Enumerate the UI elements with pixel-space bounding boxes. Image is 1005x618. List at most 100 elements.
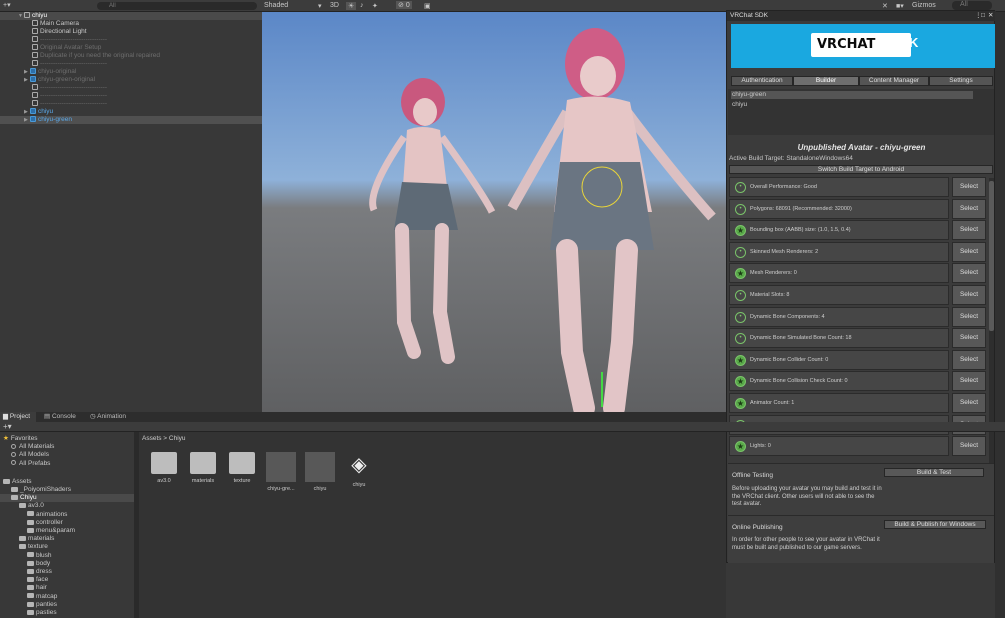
hierarchy-row-label: ------------------------------- [40,60,108,67]
select-button[interactable]: Select [952,393,986,413]
avatar-item-chiyu-green[interactable]: chiyu-green [731,91,973,99]
project-tree-item[interactable]: dress [0,568,134,576]
project-tree-item[interactable]: texture [0,543,134,551]
project-tree-item[interactable]: hair [0,584,134,592]
project-tree-item[interactable]: blush [0,552,134,560]
project-tree-item[interactable]: animations [0,511,134,519]
tab-project[interactable]: ▆ Project [0,412,36,422]
asset-item[interactable]: materials [186,452,220,484]
add-icon[interactable]: +▾ [3,1,11,9]
hierarchy-row[interactable]: ▶ chiyu [0,108,262,116]
hierarchy-search-input[interactable]: All [97,2,257,10]
effects-icon[interactable]: ✦ [372,2,378,10]
project-tree-item[interactable]: menu&param [0,527,134,535]
project-assets-panel: Assets > Chiyu av3.0 materials texture chiy… [139,432,726,618]
build-target-label: Active Build Target: StandaloneWindows64 [729,155,853,162]
hierarchy-row[interactable]: ▼ chiyu [0,12,262,20]
prefab-thumbnail [305,452,335,482]
tab-console[interactable]: ▤ Console [44,412,84,422]
build-publish-button[interactable]: Build & Publish for Windows [884,520,986,529]
hidden-objects-icon[interactable]: ⊘ 0 [396,1,412,9]
project-tree-item[interactable]: Assets [0,478,134,486]
asset-item[interactable]: ◈ chiyu [342,452,376,488]
validation-scroll-thumb[interactable] [989,181,994,331]
hierarchy-row[interactable]: ------------------------------- [0,84,262,92]
close-icon[interactable]: ✕ [988,11,993,21]
project-tree-item[interactable]: All Materials [0,443,134,451]
project-tree-item[interactable]: All Prefabs [0,460,134,468]
tools-icon[interactable]: ✕ [882,2,888,10]
hierarchy-row[interactable]: ▶ chiyu-green-original [0,76,262,84]
project-tree-item[interactable]: _PoiyomiShaders [0,486,134,494]
maximize-icon[interactable]: □ [981,11,985,21]
project-tree-item[interactable]: All Models [0,451,134,459]
project-tree-item[interactable]: materials [0,535,134,543]
asset-item[interactable]: texture [225,452,259,484]
select-button[interactable]: Select [952,241,986,262]
validation-row: • Dynamic Bone Components: 4 [729,306,949,327]
project-tree-item[interactable]: av3.0 [0,502,134,510]
hierarchy-row[interactable]: ------------------------------- [0,100,262,108]
project-tree-item[interactable]: controller [0,519,134,527]
project-tree-item[interactable]: Chiyu [0,494,134,503]
project-tree-item[interactable]: face [0,576,134,584]
select-button[interactable]: Select [952,285,986,305]
lighting-icon[interactable]: ☀ [346,2,357,10]
tab-content-manager[interactable]: Content Manager [859,76,929,86]
select-button[interactable]: Select [952,436,986,457]
select-button[interactable]: Select [952,177,986,197]
scene-view[interactable] [262,12,726,412]
tab-authentication[interactable]: Authentication [731,76,793,86]
audio-icon[interactable]: ♪ [360,2,364,9]
select-button[interactable]: Select [952,328,986,349]
gameobject-icon [32,52,38,59]
camera-icon[interactable]: ■▾ [896,2,904,10]
asset-label: chiyu-gre... [267,486,295,492]
folder-icon [229,452,255,474]
project-tree-item[interactable]: body [0,560,134,568]
create-icon[interactable]: +▾ [3,422,12,431]
hierarchy-row[interactable]: ------------------------------- [0,92,262,100]
hierarchy-row[interactable]: Directional Light [0,28,262,36]
switch-build-target-button[interactable]: Switch Build Target to Android [729,165,993,174]
hierarchy-row-label: ------------------------------- [40,36,108,43]
project-tree-item[interactable]: pasties [0,609,134,617]
avatar-item-chiyu[interactable]: chiyu [731,101,973,109]
select-button[interactable]: Select [952,306,986,327]
hierarchy-row[interactable]: Main Camera [0,20,262,28]
hierarchy-row[interactable]: ------------------------------- [0,60,262,68]
hierarchy-row[interactable]: ▶ chiyu-green [0,116,262,124]
tab-animation[interactable]: ◷ Animation [90,412,140,422]
console-icon: ▤ [44,413,51,420]
asset-item[interactable]: chiyu-gre... [264,452,298,492]
validation-row: • Dynamic Bone Simulated Bone Count: 18 [729,328,949,349]
tab-builder[interactable]: Builder [793,76,859,86]
sdk-title-text: VRChat SDK [730,12,768,19]
2d-3d-toggle[interactable]: 3D [330,2,339,9]
tab-settings[interactable]: Settings [929,76,993,86]
select-button[interactable]: Select [952,371,986,392]
project-tree-item[interactable]: matcap [0,593,134,601]
hierarchy-row[interactable]: ▶ chiyu-original [0,68,262,76]
shading-dropdown[interactable]: Shaded [264,2,288,9]
scene-search-input[interactable]: All [952,1,992,10]
gizmos-dropdown[interactable]: Gizmos [912,2,936,9]
hierarchy-row[interactable]: Original Avatar Setup [0,44,262,52]
asset-item[interactable]: av3.0 [147,452,181,484]
gameobject-icon [32,44,38,51]
project-tree-item[interactable]: ★ Favorites [0,435,134,443]
hierarchy-row[interactable]: ------------------------------- [0,36,262,44]
select-button[interactable]: Select [952,263,986,284]
build-test-button[interactable]: Build & Test [884,468,984,477]
hierarchy-row[interactable]: Duplicate if you need the original repai… [0,52,262,60]
select-button[interactable]: Select [952,220,986,241]
good-status-icon: • [735,333,746,345]
asset-item[interactable]: chiyu [303,452,337,492]
scene-camera-icon[interactable]: ▣ [424,2,431,10]
good-status-icon: • [735,182,746,193]
vrchat-sdk-banner: VRCHAT SDK [731,24,995,68]
select-button[interactable]: Select [952,198,986,219]
hierarchy-row-label: ------------------------------- [40,100,108,107]
select-button[interactable]: Select [952,349,986,370]
project-tree-item[interactable]: panties [0,601,134,609]
